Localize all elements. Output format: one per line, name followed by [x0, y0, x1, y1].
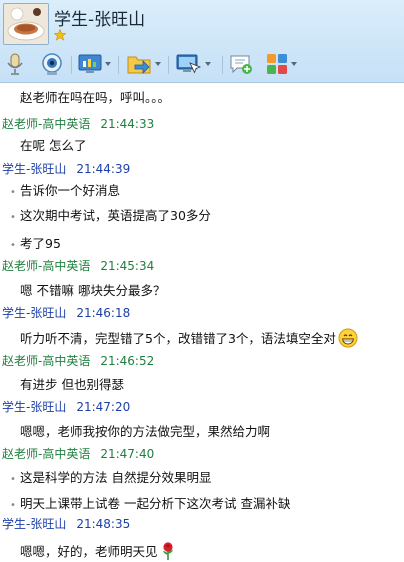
microphone-button[interactable] [6, 50, 24, 78]
sender-name[interactable]: 赵老师-高中英语 [2, 447, 90, 461]
message-bullet: • [10, 212, 16, 223]
avatar[interactable] [3, 3, 49, 45]
message-text-line: 在呢 怎么了 [10, 135, 86, 154]
message-text-line: • 这次期中考试，英语提高了30多分 [10, 205, 211, 224]
message-time: 21:46:52 [100, 354, 155, 368]
message-text: 有进步 但也别得瑟 [20, 377, 124, 392]
file-transfer-button[interactable] [126, 50, 161, 78]
message-time: 21:47:40 [100, 447, 155, 461]
chat-window: 学生-张旺山 赵老师在吗在吗，呼叫。。。 赵老师-高中英语 21:44:33 在… [0, 0, 404, 562]
sender-line: 学生-张旺山 21:46:18 [2, 304, 130, 321]
message-text: 听力听不清，完型错了5个，改错错了3个，语法填空全对 [20, 331, 336, 346]
grin-emoji-icon [338, 328, 358, 351]
rose-emoji-icon [160, 541, 176, 562]
message-text-line: 嗯 不错嘛 哪块失分最多？ [10, 280, 165, 299]
message-text: 这是科学的方法 自然提分效果明显 [20, 470, 212, 485]
message-text: 明天上课带上试卷 一起分析下这次考试 查漏补缺 [20, 496, 291, 511]
message-text-line: 嗯嗯，老师我按你的方法做完型，果然给力啊 [10, 421, 270, 440]
chat-transcript[interactable]: 赵老师在吗在吗，呼叫。。。赵老师-高中英语 21:44:33 在呢 怎么了学生-张旺… [0, 83, 404, 562]
sender-name[interactable]: 学生-张旺山 [2, 517, 66, 531]
message-text: 考了95 [20, 236, 61, 251]
message-text-line: • 这是科学的方法 自然提分效果明显 [10, 467, 211, 486]
sender-name[interactable]: 赵老师-高中英语 [2, 117, 90, 131]
sender-line: 学生-张旺山 21:47:20 [2, 398, 130, 415]
contact-name: 学生-张旺山 [54, 10, 146, 30]
message-bullet: • [10, 474, 16, 485]
message-text-line: • 考了95 [10, 233, 61, 252]
add-chat-button[interactable] [229, 50, 253, 78]
message-text: 这次期中考试，英语提高了30多分 [20, 208, 211, 223]
screen-share-icon [78, 54, 102, 73]
message-text-line: 嗯嗯，好的，老师明天见 [10, 541, 176, 562]
sender-line: 赵老师-高中英语 21:46:52 [2, 352, 154, 369]
message-text: 嗯嗯，好的，老师明天见 [20, 544, 158, 559]
sender-name[interactable]: 赵老师-高中英语 [2, 354, 90, 368]
message-time: 21:46:18 [76, 306, 131, 320]
message-time: 21:48:35 [76, 517, 131, 531]
message-text: 赵老师在吗在吗，呼叫。。。 [20, 90, 171, 105]
sender-line: 学生-张旺山 21:44:39 [2, 160, 130, 177]
sender-name[interactable]: 赵老师-高中英语 [2, 259, 90, 273]
screen-share-button[interactable] [78, 50, 111, 78]
sender-line: 赵老师-高中英语 21:45:34 [2, 257, 154, 274]
app-grid-icon [267, 54, 287, 74]
message-text: 在呢 怎么了 [20, 138, 87, 153]
remote-assist-button[interactable] [176, 50, 211, 78]
video-camera-icon [42, 53, 62, 75]
message-text-line: 有进步 但也别得瑟 [10, 374, 124, 393]
message-bullet: • [10, 240, 16, 251]
sender-line: 赵老师-高中英语 21:44:33 [2, 115, 154, 132]
video-button[interactable] [40, 50, 64, 78]
remote-assist-icon [176, 54, 202, 74]
message-time: 21:44:33 [100, 117, 155, 131]
sender-name[interactable]: 学生-张旺山 [2, 306, 66, 320]
sender-name[interactable]: 学生-张旺山 [2, 400, 66, 414]
message-time: 21:47:20 [76, 400, 131, 414]
add-chat-icon [230, 55, 252, 74]
message-bullet: • [10, 500, 16, 511]
message-text-line: • 明天上课带上试卷 一起分析下这次考试 查漏补缺 [10, 493, 290, 512]
file-transfer-icon [127, 56, 151, 74]
message-text-line: 听力听不清，完型错了5个，改错错了3个，语法填空全对 [10, 328, 358, 351]
message-text-line: • 告诉你一个好消息 [10, 180, 120, 199]
message-time: 21:44:39 [76, 162, 131, 176]
message-time: 21:45:34 [100, 259, 155, 273]
app-grid-button[interactable] [266, 50, 297, 78]
sender-name[interactable]: 学生-张旺山 [2, 162, 66, 176]
chat-header: 学生-张旺山 [0, 0, 404, 83]
message-text-line: 赵老师在吗在吗，呼叫。。。 [10, 87, 170, 106]
message-text: 告诉你一个好消息 [20, 183, 121, 198]
sender-line: 学生-张旺山 21:48:35 [2, 515, 130, 532]
message-bullet: • [10, 187, 16, 198]
sender-line: 赵老师-高中英语 21:47:40 [2, 445, 154, 462]
message-text: 嗯嗯，老师我按你的方法做完型，果然给力啊 [20, 424, 271, 439]
star-icon [54, 29, 66, 41]
toolbar [0, 48, 404, 80]
message-text: 嗯 不错嘛 哪块失分最多？ [20, 283, 166, 298]
microphone-icon [7, 53, 23, 75]
